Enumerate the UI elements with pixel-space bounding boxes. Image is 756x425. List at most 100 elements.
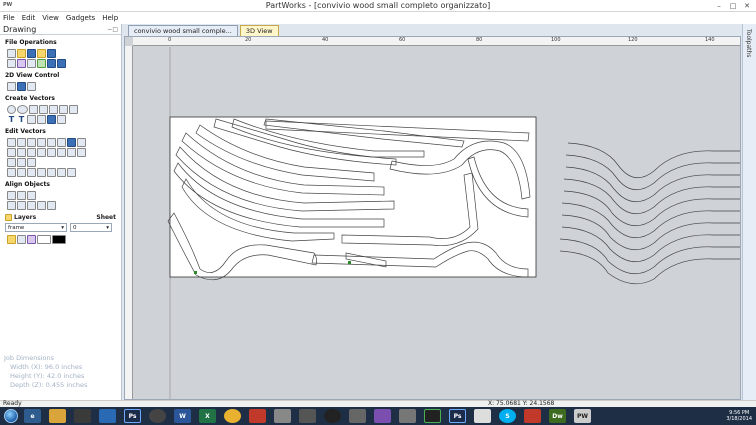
fillet-icon[interactable] [37,114,46,124]
partworks-taskbar-icon[interactable]: PW [574,409,591,423]
smooth-icon[interactable] [67,147,76,157]
toolpaths-tab[interactable]: Toolpaths [742,24,756,400]
offset-icon[interactable] [47,114,56,124]
nest-icon[interactable] [17,157,26,167]
curve-fit-icon[interactable] [77,147,86,157]
vector-workarea[interactable] [134,47,740,399]
tabs-icon[interactable] [47,167,56,177]
align-right-icon[interactable] [17,200,26,210]
circle-icon[interactable] [7,104,16,114]
menu-edit[interactable]: Edit [22,14,36,22]
ie-icon[interactable]: e [24,409,41,423]
word-icon[interactable]: W [174,409,191,423]
array-icon[interactable] [7,167,16,177]
menu-help[interactable]: Help [102,14,118,22]
color-swatch[interactable] [37,234,51,244]
clock[interactable]: 9:56 PM 3/18/2014 [726,410,752,422]
group-icon[interactable] [67,137,76,147]
disc-icon[interactable] [149,409,166,423]
home-icon[interactable] [474,409,491,423]
zoom-box-icon[interactable] [17,81,26,91]
redo-icon[interactable] [57,58,66,68]
photoshop-icon-2[interactable]: Ps [449,409,466,423]
terminal-icon[interactable] [424,409,441,423]
ungroup-icon[interactable] [77,137,86,147]
intersect-icon[interactable] [27,147,36,157]
app-icon[interactable] [299,409,316,423]
save-file-icon[interactable] [27,48,36,58]
settings-icon[interactable] [374,409,391,423]
copy-along-icon[interactable] [27,157,36,167]
polygon-icon[interactable] [39,104,48,114]
menu-gadgets[interactable]: Gadgets [66,14,95,22]
utility-icon[interactable] [399,409,416,423]
zoom-extents-icon[interactable] [7,81,16,91]
folder-icon[interactable] [49,409,66,423]
star-icon[interactable] [49,104,58,114]
color-swatch-black[interactable] [52,234,66,244]
dimension-icon[interactable] [27,114,36,124]
distribute-icon[interactable] [47,200,56,210]
vectric-icon[interactable] [349,409,366,423]
polyline-icon[interactable] [69,104,78,114]
align-horizontal-icon[interactable] [17,190,26,200]
text-on-curve-icon[interactable]: T [17,115,26,124]
export-icon[interactable] [47,48,56,58]
layer-select[interactable]: frame ▾ [5,223,67,232]
interlock-icon[interactable] [57,167,66,177]
open-file-icon[interactable] [17,48,26,58]
mirror-icon[interactable] [47,137,56,147]
lightbulb-icon[interactable] [7,234,16,244]
minimize-button[interactable]: – [712,0,726,11]
scan-icon[interactable] [17,58,26,68]
close-button[interactable]: ✕ [740,0,754,11]
maximize-button[interactable]: □ [726,0,740,11]
subtract-icon[interactable] [17,147,26,157]
start-button[interactable] [4,409,18,423]
lock-icon[interactable] [27,234,36,244]
transform-icon[interactable] [27,137,36,147]
close-vector-icon[interactable] [57,147,66,157]
sketchup-icon[interactable] [324,409,341,423]
menu-file[interactable]: File [3,14,15,22]
undo-icon[interactable] [47,58,56,68]
job-setup-icon[interactable] [7,58,16,68]
drawing-canvas[interactable]: 0 20 40 60 80 100 120 140 [124,36,741,400]
measure-icon[interactable] [57,114,66,124]
trim-icon[interactable] [37,147,46,157]
dogbone-icon[interactable] [67,167,76,177]
align-top-icon[interactable] [27,200,36,210]
align-center-icon[interactable] [7,190,16,200]
extend-icon[interactable] [7,157,16,167]
tool-icon[interactable] [274,409,291,423]
pin-icon[interactable]: −□ [107,26,118,33]
join-icon[interactable] [47,147,56,157]
scale-icon[interactable] [57,137,66,147]
spline-icon[interactable] [27,167,36,177]
slot-icon[interactable] [37,167,46,177]
new-file-icon[interactable] [7,48,16,58]
tab-2d-design[interactable]: convivio wood small comple... [128,25,238,36]
photoshop-icon[interactable]: Ps [124,409,141,423]
excel-icon[interactable]: X [199,409,216,423]
cut-icon[interactable] [27,58,36,68]
skype-icon[interactable]: S [499,409,516,423]
ellipse-icon[interactable] [17,104,28,114]
align-vertical-icon[interactable] [27,190,36,200]
text-icon[interactable]: T [7,115,16,124]
chrome-icon[interactable] [224,409,241,423]
rotate-icon[interactable] [37,137,46,147]
select-icon[interactable] [7,137,16,147]
arc-icon[interactable] [59,104,68,114]
rectangle-icon[interactable] [29,104,38,114]
layer-visible-checkbox[interactable] [17,234,26,244]
media-player-icon[interactable] [74,409,91,423]
menu-view[interactable]: View [42,14,59,22]
pan-icon[interactable] [27,81,36,91]
acrobat-icon[interactable] [249,409,266,423]
tab-3d-view[interactable]: 3D View [239,25,279,36]
import-icon[interactable] [37,48,46,58]
paste-icon[interactable] [37,58,46,68]
align-left-icon[interactable] [7,200,16,210]
antivirus-icon[interactable] [524,409,541,423]
